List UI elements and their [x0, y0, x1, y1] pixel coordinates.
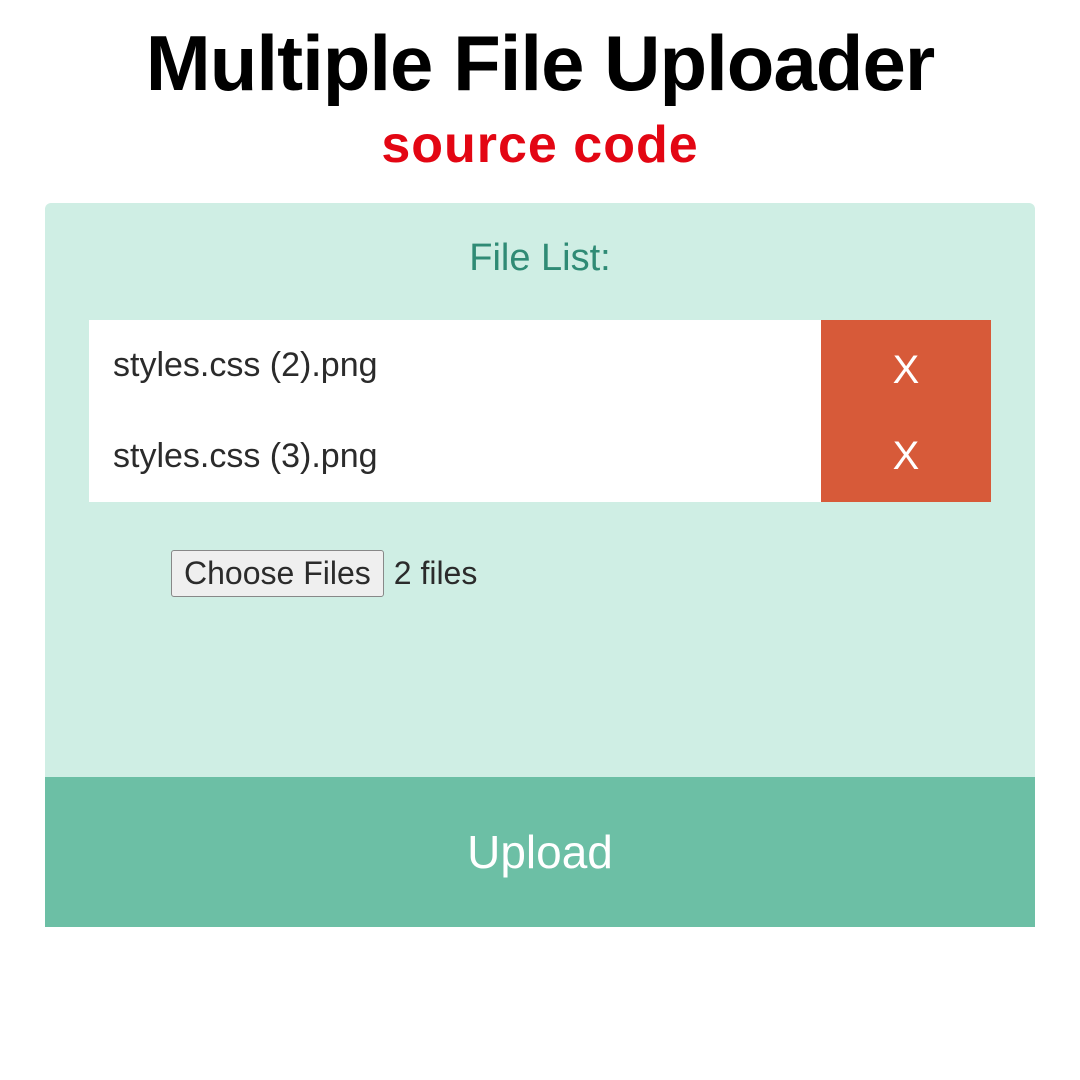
- file-input-wrapper: Choose Files 2 files: [171, 550, 991, 597]
- file-list: styles.css (2).png X styles.css (3).png …: [89, 320, 991, 502]
- file-row: styles.css (3).png X: [89, 411, 991, 502]
- file-name-label: styles.css (2).png: [89, 320, 821, 411]
- page-subtitle: source code: [381, 115, 698, 175]
- file-count-text: 2 files: [394, 555, 478, 592]
- file-list-heading: File List:: [89, 237, 991, 280]
- spacer: [89, 597, 991, 717]
- page-title: Multiple File Uploader: [146, 18, 934, 109]
- remove-file-button[interactable]: X: [821, 411, 991, 502]
- remove-file-button[interactable]: X: [821, 320, 991, 411]
- upload-panel: File List: styles.css (2).png X styles.c…: [45, 203, 1035, 927]
- file-name-label: styles.css (3).png: [89, 411, 821, 502]
- file-row: styles.css (2).png X: [89, 320, 991, 411]
- upload-button[interactable]: Upload: [45, 777, 1035, 927]
- panel-inner: File List: styles.css (2).png X styles.c…: [45, 203, 1035, 777]
- choose-files-button[interactable]: Choose Files: [171, 550, 384, 597]
